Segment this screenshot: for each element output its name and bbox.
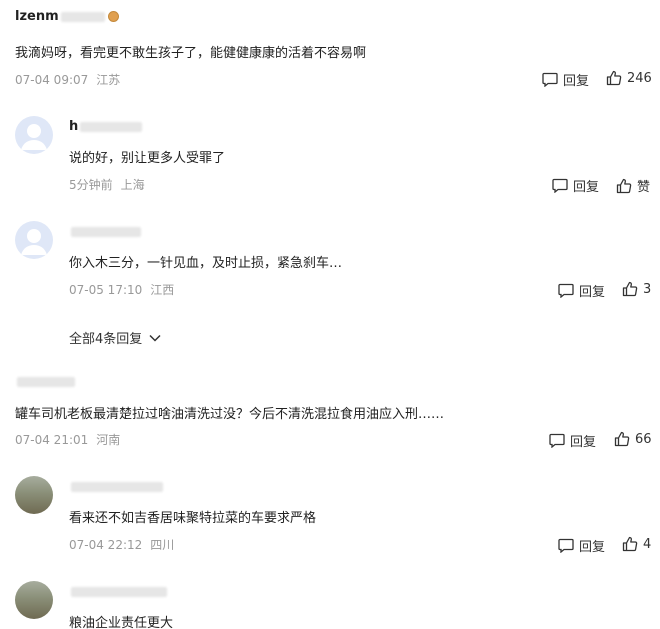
comment-bubble-icon: [558, 283, 574, 298]
like-button[interactable]: 赞: [616, 176, 650, 195]
avatar[interactable]: [15, 116, 53, 154]
comment-location: 上海: [120, 178, 145, 192]
comment-bubble-icon: [558, 538, 574, 553]
comment-username[interactable]: h: [69, 119, 143, 134]
comment-username[interactable]: lzenm: [15, 9, 119, 24]
comment-meta: 07-04 22:12 四川: [69, 536, 174, 553]
avatar[interactable]: [15, 221, 53, 259]
comment-username[interactable]: [69, 479, 163, 494]
hexagon-badge-icon: [107, 11, 119, 22]
reply-button[interactable]: 回复: [558, 281, 605, 300]
like-button[interactable]: 246: [606, 70, 652, 86]
comment-bubble-icon: [549, 433, 565, 448]
comment-location: 江苏: [96, 73, 121, 87]
comment-bubble-icon: [542, 72, 558, 87]
comment-text: 说的好，别让更多人受罪了: [69, 151, 226, 166]
thumbs-up-icon: [622, 281, 638, 297]
like-button[interactable]: 3: [622, 281, 651, 297]
comment-date: 07-04 22:12: [69, 538, 143, 552]
reply-button[interactable]: 回复: [549, 431, 596, 450]
comment-date: 07-04 21:01: [15, 433, 89, 447]
comment-username[interactable]: [15, 374, 75, 389]
comment-date: 5分钟前: [69, 178, 113, 192]
comment-username[interactable]: [69, 224, 141, 239]
comment-date: 07-04 09:07: [15, 73, 89, 87]
reply-button[interactable]: 回复: [558, 536, 605, 555]
comment-text: 我滴妈呀，看完更不敢生孩子了，能健健康康的活着不容易啊: [15, 46, 367, 61]
comment-location: 河南: [96, 433, 121, 447]
like-button[interactable]: 4: [622, 536, 651, 552]
thumbs-up-icon: [616, 178, 632, 193]
comment-text: 罐车司机老板最清楚拉过啥油清洗过没？今后不清洗混拉食用油应入刑……: [15, 407, 445, 422]
avatar[interactable]: [15, 581, 53, 619]
comment-text: 你入木三分，一针见血，及时止损，紧急刹车…: [69, 256, 343, 271]
chevron-down-icon: [149, 334, 161, 342]
reply-button[interactable]: 回复: [552, 176, 599, 195]
comment-meta: 07-04 09:07 江苏: [15, 71, 120, 88]
all-replies-toggle[interactable]: 全部4条回复: [69, 328, 162, 347]
comment-text: 看来还不如吉香居味聚特拉菜的车要求严格: [69, 511, 317, 526]
comment-location: 江西: [150, 283, 175, 297]
comment-text: 粮油企业责任更大: [69, 616, 174, 629]
comment-bubble-icon: [552, 178, 568, 193]
default-avatar-icon: [21, 229, 47, 255]
thumbs-up-icon: [606, 70, 622, 86]
comment-meta: 07-04 21:01 河南: [15, 431, 120, 448]
default-avatar-icon: [21, 124, 47, 150]
thumbs-up-icon: [614, 431, 630, 447]
reply-button[interactable]: 回复: [542, 70, 589, 89]
avatar[interactable]: [15, 476, 53, 514]
comment-meta: 5分钟前 上海: [69, 176, 145, 193]
thumbs-up-icon: [622, 536, 638, 552]
comment-location: 四川: [150, 538, 175, 552]
comment-username[interactable]: [69, 584, 167, 599]
comment-meta: 07-05 17:10 江西: [69, 281, 174, 298]
comment-date: 07-05 17:10: [69, 283, 143, 297]
like-button[interactable]: 66: [614, 431, 652, 447]
